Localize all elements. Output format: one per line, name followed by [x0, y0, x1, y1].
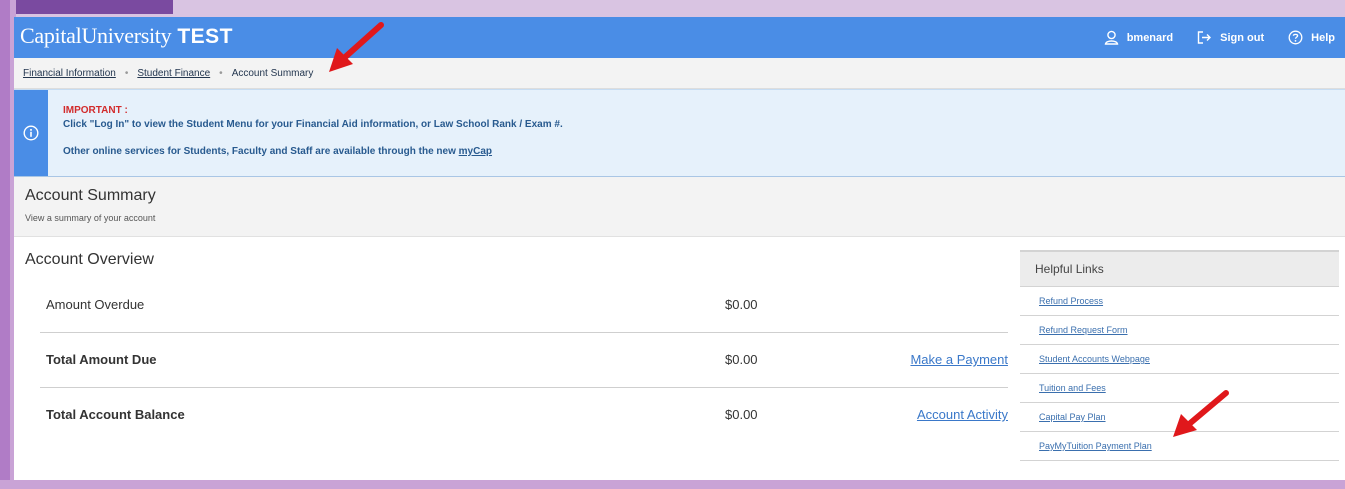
page-title: Account Summary [25, 187, 156, 204]
notice-line-mycap: Other online services for Students, Facu… [63, 145, 563, 159]
notice-body: IMPORTANT : Click "Log In" to view the S… [63, 104, 563, 159]
row-label: Amount Overdue [46, 297, 145, 312]
helpful-links-panel: Helpful Links Refund Process Refund Requ… [1020, 250, 1339, 461]
row-amount: $0.00 [725, 352, 758, 367]
help-label: Help [1311, 31, 1335, 44]
breadcrumb-current: Account Summary [231, 67, 314, 79]
user-menu[interactable]: bmenard [1104, 30, 1173, 45]
help-button[interactable]: Help [1288, 30, 1335, 45]
notice-line-mycap-text: Other online services for Students, Facu… [63, 146, 459, 157]
row-label: Total Amount Due [46, 352, 157, 367]
app-window: CapitalUniversityTEST bmenard Sign out [14, 17, 1345, 480]
notice-important-label: IMPORTANT [63, 105, 122, 116]
link-label[interactable]: Student Accounts Webpage [1039, 354, 1150, 364]
brand-logo[interactable]: CapitalUniversity TEST [20, 23, 233, 49]
sign-out-icon [1197, 31, 1212, 44]
notice-icon-bar [14, 90, 48, 176]
row-amount-overdue: Amount Overdue $0.00 [40, 278, 1008, 333]
link-label[interactable]: Refund Request Form [1039, 325, 1128, 335]
link-refund-process[interactable]: Refund Process [1020, 287, 1339, 316]
page-subtitle: View a summary of your account [25, 213, 156, 223]
breadcrumb-separator: • [124, 67, 129, 79]
link-label[interactable]: Tuition and Fees [1039, 383, 1106, 393]
account-activity-link[interactable]: Account Activity [917, 407, 1008, 422]
username: bmenard [1126, 31, 1174, 44]
main-content: Account Overview Amount Overdue $0.00 To… [14, 237, 1345, 480]
notice-line-login: Click "Log In" to view the Student Menu … [63, 119, 563, 130]
breadcrumb-student-finance[interactable]: Student Finance [137, 68, 210, 79]
link-student-accounts-webpage[interactable]: Student Accounts Webpage [1020, 345, 1339, 374]
top-bar: CapitalUniversityTEST bmenard Sign out [14, 17, 1345, 58]
info-icon [23, 125, 39, 141]
row-amount: $0.00 [725, 407, 758, 422]
link-label[interactable]: Refund Process [1039, 296, 1103, 306]
sign-out-button[interactable]: Sign out [1197, 31, 1264, 44]
link-label[interactable]: Capital Pay Plan [1039, 412, 1106, 422]
page-header: Account Summary View a summary of your a… [14, 177, 1345, 237]
link-refund-request-form[interactable]: Refund Request Form [1020, 316, 1339, 345]
mycap-link[interactable]: myCap [459, 146, 492, 157]
link-label[interactable]: PayMyTuition Payment Plan [1039, 441, 1152, 451]
row-amount: $0.00 [725, 297, 758, 312]
helpful-links-title: Helpful Links [1020, 250, 1339, 287]
background-tab [0, 0, 173, 14]
help-icon [1288, 30, 1303, 45]
account-overview-title: Account Overview [25, 251, 154, 268]
top-nav: bmenard Sign out Help [1104, 17, 1345, 58]
row-label: Total Account Balance [46, 407, 185, 422]
brand-name: CapitalUniversity [20, 23, 172, 48]
link-paymytuition-payment-plan[interactable]: PayMyTuition Payment Plan [1020, 432, 1339, 461]
screenshot-frame-bottom [0, 480, 1345, 489]
link-capital-pay-plan[interactable]: Capital Pay Plan [1020, 403, 1339, 432]
breadcrumb-financial-information[interactable]: Financial Information [23, 68, 116, 79]
env-tag: TEST [177, 25, 233, 48]
notice-important-colon: : [121, 105, 128, 116]
make-a-payment-link[interactable]: Make a Payment [910, 352, 1008, 367]
user-icon [1104, 30, 1118, 45]
sign-out-label: Sign out [1220, 31, 1265, 44]
important-notice: IMPORTANT : Click "Log In" to view the S… [14, 89, 1345, 177]
breadcrumb-separator: • [219, 67, 223, 79]
row-total-account-balance: Total Account Balance $0.00 Account Acti… [40, 388, 1008, 442]
link-tuition-and-fees[interactable]: Tuition and Fees [1020, 374, 1339, 403]
row-total-amount-due: Total Amount Due $0.00 Make a Payment [40, 333, 1008, 388]
breadcrumb: Financial Information • Student Finance … [14, 58, 1345, 89]
